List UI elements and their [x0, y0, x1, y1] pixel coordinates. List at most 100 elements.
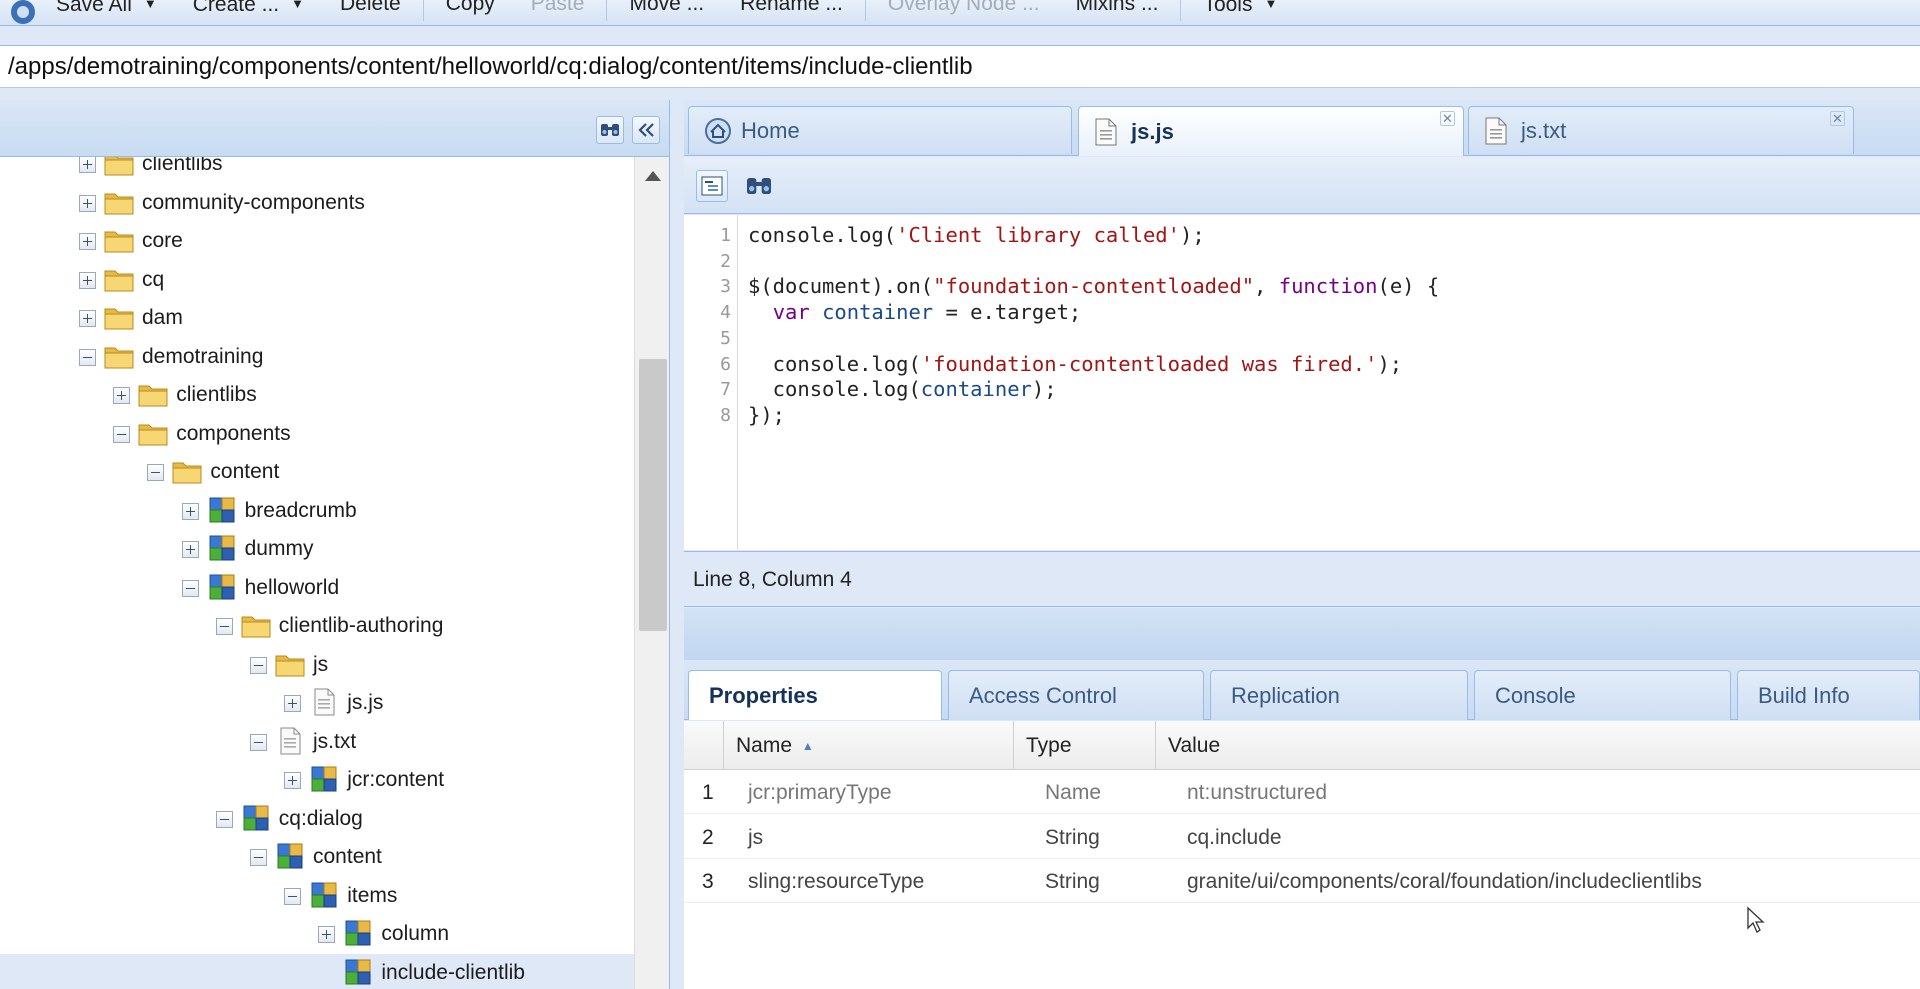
tab-replication[interactable]: Replication: [1210, 670, 1468, 720]
table-row[interactable]: 2 js String cq.include: [684, 815, 1920, 859]
outline-icon[interactable]: [696, 170, 728, 202]
tree-node-label: content: [313, 845, 382, 868]
tab-access-control[interactable]: Access Control: [948, 670, 1204, 720]
toolbar-button-mixins[interactable]: Mixins ...: [1058, 0, 1177, 25]
expand-icon[interactable]: [79, 310, 96, 327]
tree-node-content[interactable]: content: [0, 838, 634, 876]
toolbar-button-tools[interactable]: Tools ▼: [1185, 0, 1295, 25]
tree-node-clientlibs[interactable]: clientlibs: [0, 157, 634, 183]
tree-node-core[interactable]: core: [0, 222, 634, 260]
tree-node-js[interactable]: js: [0, 646, 634, 684]
tree-node-dam[interactable]: dam: [0, 299, 634, 337]
tree-node-clientlibs[interactable]: clientlibs: [0, 376, 634, 414]
toolbar-button-rename[interactable]: Rename ...: [722, 0, 861, 25]
find-icon[interactable]: [596, 116, 624, 144]
path-input[interactable]: [0, 46, 1920, 87]
cell-type: String: [1045, 870, 1100, 893]
tab-label: Access Control: [969, 683, 1117, 708]
code-line[interactable]: });: [748, 403, 785, 427]
expand-icon[interactable]: [79, 271, 96, 289]
tree-node-dummy[interactable]: dummy: [0, 530, 634, 568]
value-column-header[interactable]: Value: [1156, 721, 1920, 770]
toolbar-button-delete[interactable]: Delete: [322, 0, 419, 25]
code-line[interactable]: console.log('foundation-contentloaded wa…: [748, 352, 1402, 376]
collapse-icon[interactable]: [147, 464, 165, 481]
type-column-header[interactable]: Type: [1014, 721, 1156, 770]
collapse-icon[interactable]: [113, 425, 131, 443]
collapse-icon[interactable]: [181, 579, 199, 597]
code-line[interactable]: console.log(container);: [748, 377, 1057, 401]
collapse-icon[interactable]: [215, 618, 233, 635]
expand-icon[interactable]: [79, 233, 96, 250]
collapse-icon[interactable]: [284, 887, 302, 905]
editor-tab-js-js[interactable]: js.js ✕: [1078, 106, 1464, 156]
tree-node-community-components[interactable]: community-components: [0, 184, 634, 222]
tree-node-js-txt[interactable]: js.txt: [0, 723, 634, 761]
tab-console[interactable]: Console: [1474, 670, 1731, 720]
cell-num: 2: [702, 825, 714, 849]
tree-node-clientlib-authoring[interactable]: clientlib-authoring: [0, 607, 634, 645]
cell-value[interactable]: granite/ui/components/coral/foundation/i…: [1187, 870, 1702, 894]
tree-node-breadcrumb[interactable]: breadcrumb: [0, 492, 634, 530]
search-icon[interactable]: [742, 170, 776, 202]
expand-icon[interactable]: [181, 541, 199, 558]
close-tab-icon[interactable]: ✕: [1830, 111, 1845, 126]
cell-value[interactable]: cq.include: [1187, 826, 1282, 850]
code-line[interactable]: var container = e.target;: [748, 300, 1082, 324]
tree-node-demotraining[interactable]: demotraining: [0, 338, 634, 376]
expand-icon[interactable]: [181, 502, 199, 520]
toolbar-button-label: Create ...: [192, 0, 280, 16]
toolbar-button-move[interactable]: Move ...: [611, 0, 722, 25]
tree-node-label: cq: [142, 267, 165, 291]
component-icon: [240, 804, 272, 832]
toolbar-button-overlay-node[interactable]: Overlay Node ...: [870, 0, 1058, 25]
toolbar-button-paste[interactable]: Paste: [513, 0, 603, 25]
name-column-header[interactable]: Name ▲: [724, 721, 1014, 770]
tree-node-components[interactable]: components: [0, 415, 634, 453]
table-row[interactable]: 1 jcr:primaryType Name nt:unstructured: [684, 770, 1920, 814]
panel-splitter[interactable]: [684, 608, 1920, 668]
tree-scrollbar[interactable]: [634, 157, 669, 989]
tab-properties[interactable]: Properties: [688, 670, 942, 720]
tree-node-cq[interactable]: cq: [0, 261, 634, 299]
tree-node-column[interactable]: column: [0, 915, 634, 953]
scroll-up-arrow-icon[interactable]: [645, 171, 661, 181]
expand-icon[interactable]: [79, 157, 96, 173]
expand-icon[interactable]: [113, 387, 131, 404]
collapse-icon[interactable]: [250, 849, 267, 866]
code-line[interactable]: $(document).on("foundation-contentloaded…: [748, 274, 1439, 298]
collapse-icon[interactable]: [79, 348, 96, 366]
code-line[interactable]: console.log('Client library called');: [748, 223, 1205, 247]
tree-node-label: js.js: [347, 691, 384, 714]
code-editor[interactable]: 12345678 console.log('Client library cal…: [684, 215, 1920, 550]
editor-tab-js-txt[interactable]: js.txt ✕: [1468, 106, 1854, 154]
toolbar-button-save-all[interactable]: Save All ▼: [38, 0, 175, 25]
collapse-panel-icon[interactable]: [632, 116, 660, 144]
code-token: 'Client library called': [896, 223, 1180, 247]
collapse-icon[interactable]: [250, 733, 267, 751]
table-row[interactable]: 3 sling:resourceType String granite/ui/comp…: [684, 859, 1920, 903]
tree-scrollbar-thumb[interactable]: [639, 359, 667, 631]
tab-label: Console: [1495, 683, 1576, 708]
expand-icon[interactable]: [284, 772, 302, 789]
tree-node-cq-dialog[interactable]: cq:dialog: [0, 800, 634, 838]
collapse-icon[interactable]: [215, 810, 233, 828]
component-icon: [274, 842, 306, 870]
tree-node-include-clientlib[interactable]: include-clientlib: [0, 953, 634, 989]
collapse-icon[interactable]: [250, 656, 267, 674]
close-tab-icon[interactable]: ✕: [1440, 111, 1455, 126]
tree-node-jcr-content[interactable]: jcr:content: [0, 761, 634, 799]
expand-icon[interactable]: [284, 695, 302, 712]
toolbar-button-create[interactable]: Create ... ▼: [175, 0, 322, 25]
editor-tab-home[interactable]: Home: [688, 106, 1072, 154]
editor-toolbar: [684, 157, 1920, 214]
tree-node-items[interactable]: items: [0, 877, 634, 915]
tree-node-helloworld[interactable]: helloworld: [0, 569, 634, 607]
expand-icon[interactable]: [318, 926, 336, 943]
tree-node-js-js[interactable]: js.js: [0, 684, 634, 722]
toolbar-button-copy[interactable]: Copy: [428, 0, 513, 25]
tab-build-info[interactable]: Build Info: [1737, 670, 1920, 720]
tree-node-content[interactable]: content: [0, 453, 634, 491]
expand-icon[interactable]: [79, 194, 96, 212]
cell-value[interactable]: nt:unstructured: [1187, 781, 1327, 805]
